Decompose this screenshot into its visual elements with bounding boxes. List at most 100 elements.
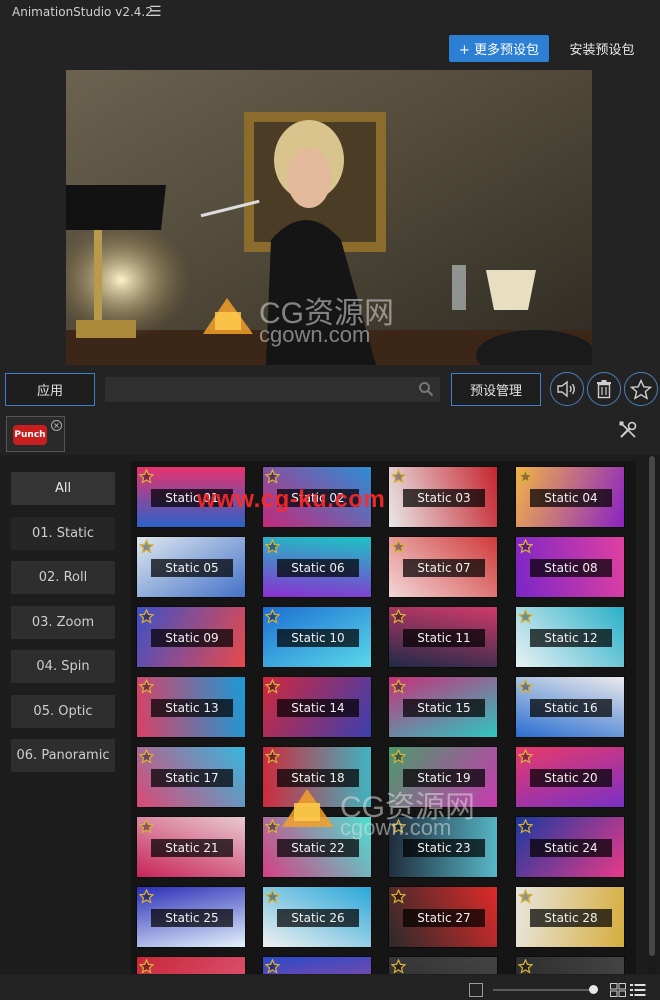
- preset-tile[interactable]: Static 21: [136, 816, 246, 878]
- preset-tile[interactable]: Static 14: [262, 676, 372, 738]
- favorite-star-icon[interactable]: [265, 749, 280, 764]
- category-item[interactable]: 06. Panoramic: [11, 739, 115, 772]
- fit-icon[interactable]: [469, 983, 483, 997]
- favorite-star-icon[interactable]: [391, 889, 406, 904]
- favorite-star-icon[interactable]: [265, 679, 280, 694]
- favorite-star-icon[interactable]: [139, 749, 154, 764]
- category-item[interactable]: 02. Roll: [11, 561, 115, 594]
- star-icon: [630, 378, 652, 400]
- preset-tile[interactable]: Static 16: [515, 676, 625, 738]
- search-input[interactable]: [105, 377, 440, 402]
- watermark-cgown: cgown.com: [259, 322, 371, 347]
- favorite-star-icon[interactable]: [265, 889, 280, 904]
- preset-label: Static 05: [151, 559, 233, 577]
- favorite-star-icon[interactable]: [139, 469, 154, 484]
- sound-button[interactable]: [550, 372, 584, 406]
- favorite-star-icon[interactable]: [391, 959, 406, 974]
- favorite-star-icon[interactable]: [391, 539, 406, 554]
- preset-tile[interactable]: Static 09: [136, 606, 246, 668]
- scrollbar[interactable]: [648, 456, 656, 974]
- favorite-star-icon[interactable]: [265, 469, 280, 484]
- favorite-star-icon[interactable]: [265, 539, 280, 554]
- favorite-star-icon[interactable]: [518, 539, 533, 554]
- preset-label: Static 03: [403, 489, 485, 507]
- preset-label: Static 28: [530, 909, 612, 927]
- favorite-star-icon[interactable]: [391, 679, 406, 694]
- thumbnail-size-slider[interactable]: [493, 989, 597, 991]
- delete-button[interactable]: [587, 372, 621, 406]
- preset-label: Static 20: [530, 769, 612, 787]
- preset-tile[interactable]: [262, 956, 372, 974]
- tab-punch[interactable]: Punch ×: [6, 416, 65, 452]
- favorite-star-icon[interactable]: [518, 609, 533, 624]
- favorite-star-icon[interactable]: [391, 469, 406, 484]
- favorite-star-icon[interactable]: [391, 749, 406, 764]
- favorite-star-icon[interactable]: [518, 749, 533, 764]
- preset-tile[interactable]: Static 03: [388, 466, 498, 528]
- favorite-star-icon[interactable]: [518, 679, 533, 694]
- favorite-star-icon[interactable]: [265, 609, 280, 624]
- preset-tile[interactable]: Static 07: [388, 536, 498, 598]
- category-item[interactable]: 04. Spin: [11, 650, 115, 683]
- preset-label: Static 12: [530, 629, 612, 647]
- preset-tile[interactable]: [388, 956, 498, 974]
- preset-tile[interactable]: Static 05: [136, 536, 246, 598]
- install-presets-button[interactable]: 安装预设包: [560, 35, 644, 62]
- favorite-star-icon[interactable]: [265, 959, 280, 974]
- preset-tile[interactable]: Static 20: [515, 746, 625, 808]
- preset-tile[interactable]: Static 15: [388, 676, 498, 738]
- favorite-star-icon[interactable]: [139, 609, 154, 624]
- preset-tile[interactable]: Static 11: [388, 606, 498, 668]
- preset-label: Static 04: [530, 489, 612, 507]
- preset-tile[interactable]: Static 17: [136, 746, 246, 808]
- watermark-url: www.cg-ku.com: [197, 486, 386, 513]
- favorite-star-icon[interactable]: [139, 539, 154, 554]
- category-item[interactable]: 01. Static: [11, 516, 115, 550]
- preset-tile[interactable]: Static 28: [515, 886, 625, 948]
- preview-image: CG资源网 cgown.com: [66, 70, 592, 365]
- favorite-star-icon[interactable]: [518, 889, 533, 904]
- favorite-star-icon[interactable]: [139, 679, 154, 694]
- scroll-thumb[interactable]: [649, 456, 655, 956]
- category-item[interactable]: 03. Zoom: [11, 605, 115, 639]
- preset-tile[interactable]: Static 10: [262, 606, 372, 668]
- preset-tile[interactable]: Static 12: [515, 606, 625, 668]
- preset-tile[interactable]: [136, 956, 246, 974]
- preset-label: Static 13: [151, 699, 233, 717]
- preset-tile[interactable]: [515, 956, 625, 974]
- grid-view-icon[interactable]: [610, 983, 626, 997]
- category-item[interactable]: All: [11, 472, 115, 505]
- preset-tile[interactable]: Static 27: [388, 886, 498, 948]
- list-view-icon[interactable]: [630, 983, 646, 997]
- favorite-star-icon[interactable]: [391, 609, 406, 624]
- preset-label: Static 22: [277, 839, 359, 857]
- search-icon[interactable]: [418, 381, 434, 397]
- watermark-cgown: cgown.com: [340, 815, 452, 840]
- favorite-star-icon[interactable]: [518, 959, 533, 974]
- favorite-star-icon[interactable]: [139, 959, 154, 974]
- preset-tile[interactable]: Static 08: [515, 536, 625, 598]
- favorite-button[interactable]: [624, 372, 658, 406]
- status-bar: [0, 975, 660, 1000]
- favorite-star-icon[interactable]: [518, 819, 533, 834]
- close-icon[interactable]: ×: [51, 420, 62, 431]
- more-presets-button[interactable]: + 更多预设包: [449, 35, 549, 62]
- preset-tile[interactable]: Static 13: [136, 676, 246, 738]
- preset-manage-button[interactable]: 预设管理: [451, 373, 541, 406]
- preset-label: Static 06: [277, 559, 359, 577]
- preset-label: Static 11: [403, 629, 485, 647]
- preset-tile[interactable]: Static 26: [262, 886, 372, 948]
- tools-icon[interactable]: [618, 420, 638, 440]
- preset-tile[interactable]: Static 25: [136, 886, 246, 948]
- app-title: AnimationStudio v2.4.2: [12, 5, 153, 19]
- preset-tile[interactable]: Static 06: [262, 536, 372, 598]
- hamburger-menu-icon[interactable]: ☰: [149, 4, 162, 20]
- favorite-star-icon[interactable]: [518, 469, 533, 484]
- preset-tile[interactable]: Static 24: [515, 816, 625, 878]
- preset-tile[interactable]: Static 04: [515, 466, 625, 528]
- category-item[interactable]: 05. Optic: [11, 694, 115, 728]
- apply-button[interactable]: 应用: [5, 373, 95, 406]
- favorite-star-icon[interactable]: [139, 819, 154, 834]
- favorite-star-icon[interactable]: [139, 889, 154, 904]
- preset-label: Static 23: [403, 839, 485, 857]
